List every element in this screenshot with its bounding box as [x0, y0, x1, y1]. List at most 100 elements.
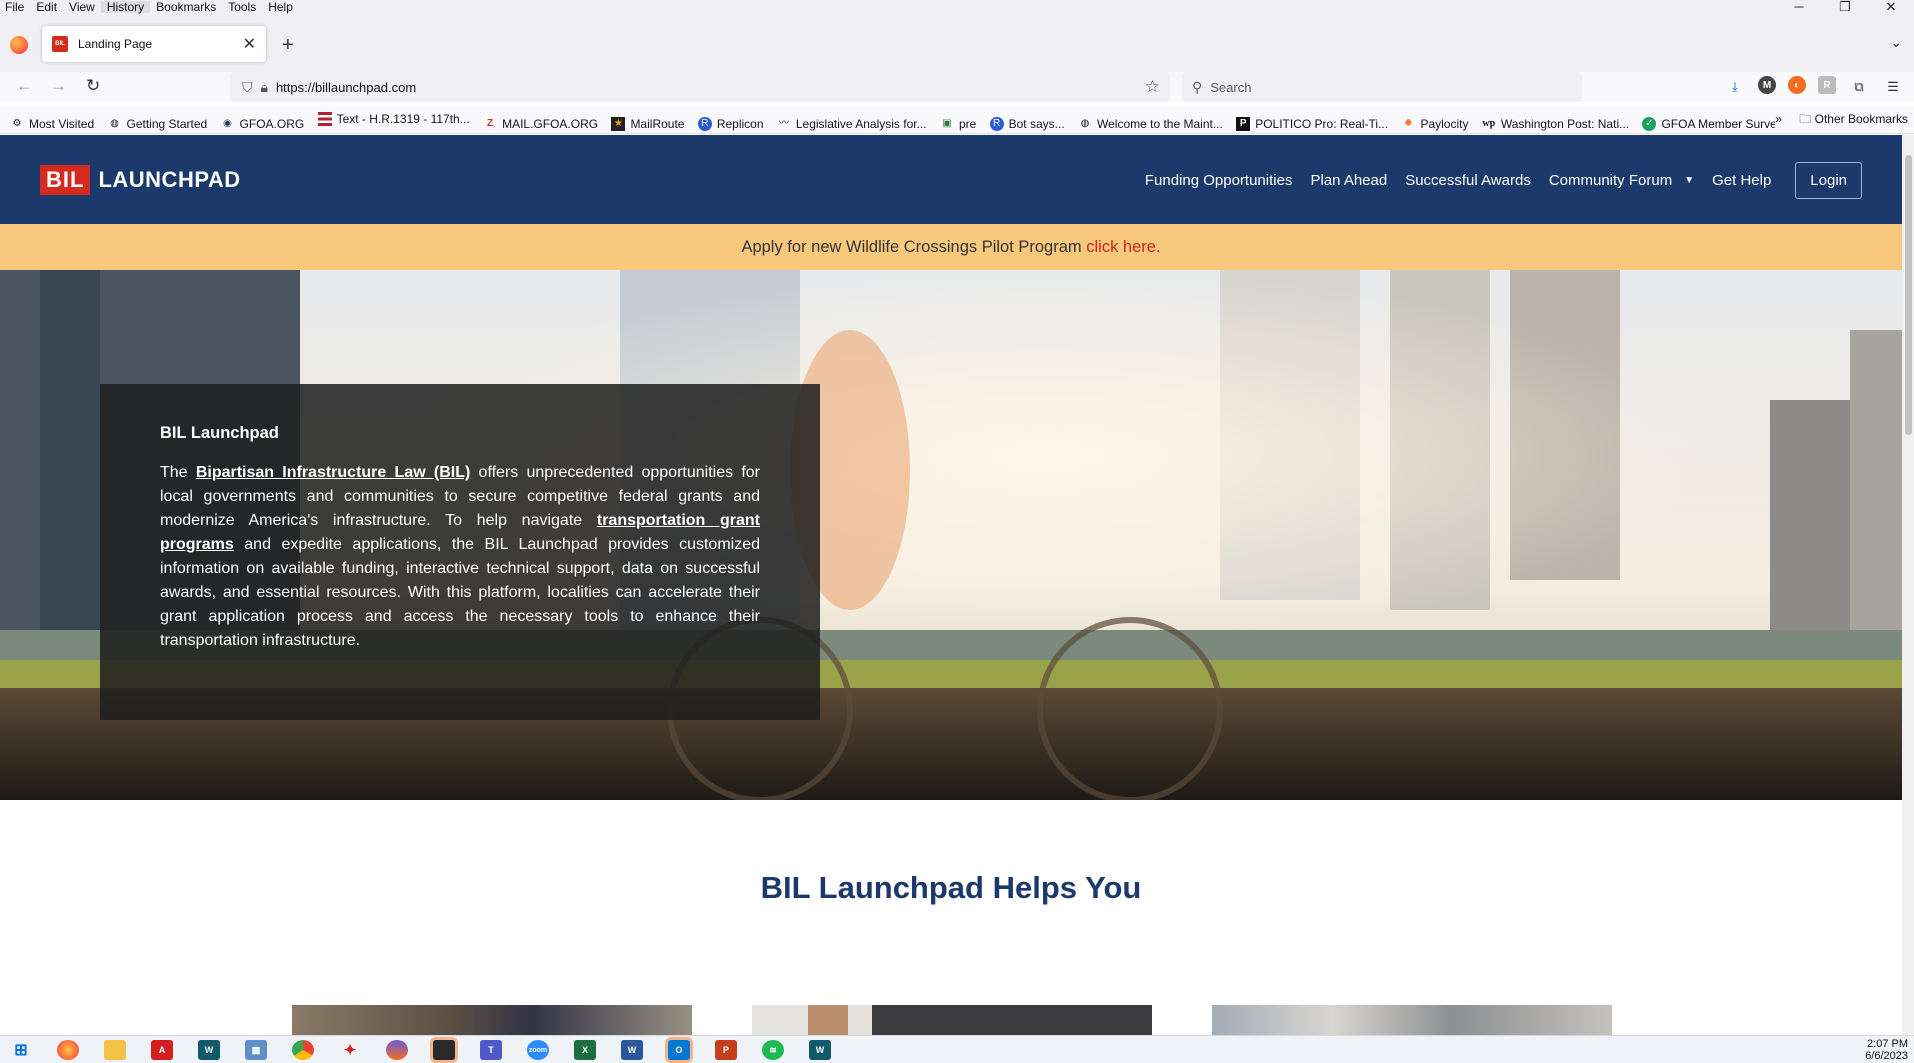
logo-text: LAUNCHPAD	[98, 167, 241, 192]
banner-text: Apply for new Wildlife Crossings Pilot P…	[741, 238, 1087, 256]
menu-file[interactable]: File	[0, 1, 30, 13]
site-header: BIL LAUNCHPAD Funding Opportunities Plan…	[0, 135, 1902, 224]
bookmark-item[interactable]: ⚙ Most Visited	[10, 111, 95, 133]
bookmark-item[interactable]: R Replicon	[697, 111, 764, 133]
bookmark-item[interactable]: wp Washington Post: Nati...	[1482, 111, 1629, 133]
sticky-notes-icon[interactable]	[433, 1040, 455, 1060]
search-placeholder: Search	[1210, 79, 1252, 95]
chevron-down-icon[interactable]: ▼	[1684, 175, 1694, 186]
tab-landing-page[interactable]: BIL Landing Page ✕	[42, 26, 266, 62]
section-title: BIL Launchpad Helps You	[760, 870, 1142, 905]
bil-link[interactable]: Bipartisan Infrastructure Law (BIL)	[196, 464, 471, 481]
downloads-icon[interactable]: ⤓	[1724, 76, 1746, 98]
search-bar[interactable]: ⚲ Search	[1182, 72, 1582, 102]
powerpoint-icon[interactable]: P	[715, 1040, 737, 1060]
login-button[interactable]: Login	[1795, 162, 1862, 199]
menu-history[interactable]: History	[100, 1, 151, 13]
close-tab-icon[interactable]: ✕	[243, 34, 256, 54]
site-nav: Funding Opportunities Plan Ahead Success…	[1127, 162, 1862, 199]
hero-description: The Bipartisan Infrastructure Law (BIL) …	[160, 464, 761, 649]
taskbar-apps: ⊞ A W ▦ ✦ T zoom X W O P ≋ W	[10, 1040, 831, 1060]
taskbar-clock[interactable]: 2:07 PM 6/6/2023	[1865, 1038, 1908, 1062]
webex-meetings-icon[interactable]: W	[809, 1040, 831, 1060]
overflow-chevron-icon[interactable]: »	[1775, 112, 1782, 126]
close-window-icon[interactable]: ✕	[1868, 0, 1914, 14]
firefox-taskbar-icon[interactable]	[57, 1040, 79, 1060]
menu-view[interactable]: View	[63, 1, 101, 13]
extensions-icon[interactable]: ⧉	[1848, 76, 1870, 98]
lock-icon[interactable]: 🔒︎	[261, 79, 268, 96]
bookmark-item[interactable]: R Bot says...	[989, 111, 1065, 133]
app-red-icon[interactable]: ✦	[339, 1040, 361, 1060]
webex-icon[interactable]: W	[198, 1040, 220, 1060]
toolbar-icons: ⤓ M ◐ R ⧉ ☰	[1724, 76, 1904, 98]
bookmark-item[interactable]: Z MAIL.GFOA.ORG	[483, 111, 598, 133]
url-text[interactable]: https://billaunchpad.com	[276, 80, 416, 95]
wapo-icon: wp	[1482, 118, 1496, 129]
url-bar[interactable]: ⛉ 🔒︎ https://billaunchpad.com ☆	[230, 72, 1170, 102]
forward-icon[interactable]: →	[50, 76, 67, 96]
site-logo[interactable]: BIL LAUNCHPAD	[40, 165, 241, 195]
logo-box: BIL	[40, 165, 91, 195]
bookmark-item[interactable]: ★ MailRoute	[611, 111, 684, 133]
shield-icon[interactable]: ⛉	[242, 79, 253, 96]
tab-strip: BIL Landing Page ✕ + ⌄	[0, 14, 1914, 72]
zoom-icon[interactable]: zoom	[527, 1040, 549, 1060]
page-scrollbar[interactable]	[1902, 135, 1914, 1035]
restore-icon[interactable]: ❐	[1822, 0, 1868, 14]
app-gradient-icon[interactable]	[386, 1040, 408, 1060]
banner-period: .	[1155, 238, 1161, 256]
outlook-icon[interactable]: O	[668, 1040, 690, 1060]
extension-orange-icon[interactable]: ◐	[1788, 76, 1806, 94]
menu-bookmarks[interactable]: Bookmarks	[150, 1, 222, 13]
firefox-icon[interactable]	[10, 36, 28, 54]
list-tabs-icon[interactable]: ⌄	[1890, 34, 1902, 51]
folder-icon: 🗀︎	[1799, 112, 1812, 126]
nav-toolbar: ← → ↻ ⛉ 🔒︎ https://billaunchpad.com ☆ ⚲ …	[0, 72, 1914, 102]
excel-icon[interactable]: X	[574, 1040, 596, 1060]
minimize-icon[interactable]: ─	[1776, 0, 1822, 14]
card-image-3[interactable]	[1212, 1005, 1612, 1035]
calculator-icon[interactable]: ▦	[245, 1040, 267, 1060]
teams-icon[interactable]: T	[480, 1040, 502, 1060]
menu-hamburger-icon[interactable]: ☰	[1882, 76, 1904, 98]
new-tab-icon[interactable]: +	[282, 34, 294, 57]
bookmark-item[interactable]: ▣ pre	[940, 111, 976, 133]
card-image-2[interactable]	[752, 1005, 1152, 1035]
menu-bar: File Edit View History Bookmarks Tools Help ─ …	[0, 0, 1914, 14]
globe-icon: ◍	[110, 118, 119, 129]
nav-plan-ahead[interactable]: Plan Ahead	[1310, 172, 1387, 189]
back-icon[interactable]: ←	[16, 76, 33, 96]
nav-community-forum[interactable]: Community Forum	[1549, 172, 1672, 189]
other-bookmarks[interactable]: » 🗀︎ Other Bookmarks	[1775, 106, 1908, 132]
bookmark-item[interactable]: ✓ GFOA Member Survey...	[1642, 111, 1792, 133]
bookmark-item[interactable]: ◉ GFOA.ORG	[221, 111, 304, 133]
card-image-1[interactable]	[292, 1005, 692, 1035]
nav-get-help[interactable]: Get Help	[1712, 172, 1771, 189]
windows-start-icon[interactable]: ⊞	[10, 1040, 32, 1060]
reload-icon[interactable]: ↻	[86, 76, 100, 96]
extension-gray-icon[interactable]: R	[1818, 76, 1836, 94]
menu-tools[interactable]: Tools	[222, 1, 262, 13]
bookmark-item[interactable]: Text - H.R.1319 - 117th...	[317, 106, 470, 132]
banner-link[interactable]: click here	[1086, 238, 1156, 256]
bookmark-item[interactable]: P POLITICO Pro: Real-Ti...	[1236, 111, 1388, 133]
bookmark-star-icon[interactable]: ☆	[1145, 77, 1160, 97]
menu-edit[interactable]: Edit	[30, 1, 63, 13]
bookmark-item[interactable]: ◍ Getting Started	[107, 111, 207, 133]
menu-help[interactable]: Help	[262, 1, 299, 13]
bil-favicon-icon: BIL	[52, 36, 68, 52]
bookmark-item[interactable]: ✺ Paylocity	[1401, 111, 1468, 133]
nav-successful-awards[interactable]: Successful Awards	[1405, 172, 1531, 189]
clock-date: 6/6/2023	[1865, 1050, 1908, 1062]
scrollbar-thumb[interactable]	[1905, 155, 1912, 435]
acrobat-icon[interactable]: A	[151, 1040, 173, 1060]
bookmark-item[interactable]: 〰 Legislative Analysis for...	[777, 111, 927, 133]
word-icon[interactable]: W	[621, 1040, 643, 1060]
bookmark-item[interactable]: ◍ Welcome to the Maint...	[1078, 111, 1223, 133]
nav-funding-opportunities[interactable]: Funding Opportunities	[1145, 172, 1293, 189]
chrome-icon[interactable]	[292, 1040, 314, 1060]
file-explorer-icon[interactable]	[104, 1040, 126, 1060]
spotify-icon[interactable]: ≋	[762, 1040, 784, 1060]
extension-m-icon[interactable]: M	[1758, 76, 1776, 94]
